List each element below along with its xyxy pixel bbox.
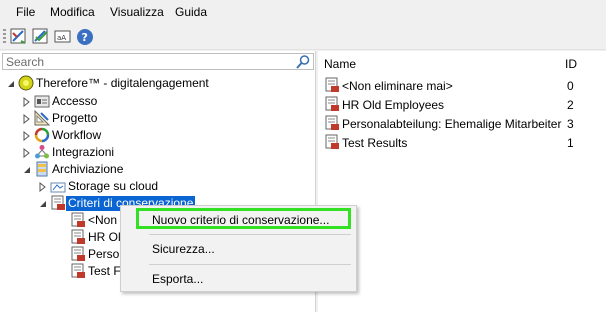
collapse-arrow-icon[interactable] xyxy=(22,164,32,174)
toolbar-grip[interactable] xyxy=(3,29,6,45)
tree-item-progetto[interactable]: Progetto xyxy=(22,109,222,127)
retention-policy-icon xyxy=(70,212,86,228)
menu-visualizza[interactable]: Visualizza xyxy=(110,5,164,19)
tree-item-label: Test F xyxy=(88,264,121,278)
policy-id: 2 xyxy=(567,98,574,112)
policy-name: Test Results xyxy=(342,136,408,150)
tree-item-label: Accesso xyxy=(52,94,98,108)
menu-item-label: Sicurezza... xyxy=(152,242,215,256)
list-item[interactable]: Personalabteilung: Ehemalige Mitarbeiter… xyxy=(318,114,606,133)
workflow-icon xyxy=(34,127,50,143)
tree-item-integrazioni[interactable]: Integrazioni xyxy=(22,144,222,161)
search-box xyxy=(2,53,314,70)
policy-id: 1 xyxy=(567,136,574,150)
search-icon[interactable] xyxy=(295,54,311,70)
policy-name: <Non eliminare mai> xyxy=(342,79,453,93)
collapse-arrow-icon[interactable] xyxy=(6,78,16,88)
list-item[interactable]: Test Results 1 xyxy=(318,133,606,152)
list-view: Name ID <Non eliminare mai> 0 HR Old Emp… xyxy=(318,51,606,312)
context-menu: Nuovo criterio di conservazione... Sicur… xyxy=(120,205,357,292)
expand-arrow-icon[interactable] xyxy=(22,96,32,108)
retention-policy-icon xyxy=(324,134,340,150)
search-input[interactable] xyxy=(3,54,283,69)
menu-item-new-retention-policy[interactable]: Nuovo criterio di conservazione... xyxy=(121,209,356,231)
retention-policy-icon xyxy=(324,96,340,112)
cloud-storage-icon xyxy=(50,178,66,194)
menu-separator xyxy=(149,264,351,265)
tree-item-label: HR Ol xyxy=(88,230,121,244)
column-header-id[interactable]: ID xyxy=(565,57,577,71)
expand-arrow-icon[interactable] xyxy=(22,113,32,125)
retention-policy-icon xyxy=(70,263,86,279)
policy-id: 3 xyxy=(567,117,574,131)
policy-name: HR Old Employees xyxy=(342,98,445,112)
tree-item-label: Storage su cloud xyxy=(68,179,159,193)
menu-item-label: Esporta... xyxy=(152,272,204,286)
expand-arrow-icon[interactable] xyxy=(38,181,48,193)
retention-policy-icon xyxy=(70,246,86,262)
list-item[interactable]: HR Old Employees 2 xyxy=(318,95,606,114)
expand-arrow-icon[interactable] xyxy=(22,130,32,142)
tree-item-label: Workflow xyxy=(52,128,102,142)
project-icon xyxy=(34,109,51,126)
retention-policy-icon xyxy=(324,115,340,131)
tree-item-root[interactable]: Therefore™ - digitalengagement xyxy=(6,75,306,92)
menu-file[interactable]: File xyxy=(16,5,35,19)
find-replace-icon[interactable]: aA xyxy=(54,28,72,46)
designer-icon[interactable] xyxy=(10,28,28,46)
retention-policy-icon xyxy=(324,77,340,93)
menu-item-security[interactable]: Sicurezza... xyxy=(121,238,356,260)
menu-item-label: Nuovo criterio di conservazione... xyxy=(152,213,330,227)
help-icon[interactable]: ? xyxy=(76,28,94,46)
tree-item-accesso[interactable]: Accesso xyxy=(22,93,222,110)
menu-separator xyxy=(149,234,351,235)
therefore-logo-icon xyxy=(18,75,34,91)
tree-item-storage-su-cloud[interactable]: Storage su cloud xyxy=(38,178,238,195)
retention-policy-icon xyxy=(70,229,86,245)
expand-arrow-icon[interactable] xyxy=(22,147,32,159)
menu-guida[interactable]: Guida xyxy=(175,5,207,19)
tree-item-label: Integrazioni xyxy=(52,145,115,159)
tree-item-workflow[interactable]: Workflow xyxy=(22,127,222,144)
policy-name: Personalabteilung: Ehemalige Mitarbeiter xyxy=(342,117,562,131)
tree-item-label: Therefore™ - digitalengagement xyxy=(36,76,209,90)
svg-text:aA: aA xyxy=(57,34,66,42)
tree-item-label: Archiviazione xyxy=(52,162,124,176)
retention-policy-icon xyxy=(50,195,66,211)
archive-icon xyxy=(34,161,50,177)
menu-item-export[interactable]: Esporta... xyxy=(121,268,356,290)
tree-item-label: <Non xyxy=(88,213,118,227)
access-icon xyxy=(34,93,50,109)
column-header-name[interactable]: Name xyxy=(324,57,356,71)
toolbar: aA ? xyxy=(0,24,606,50)
menu-bar: File Modifica Visualizza Guida xyxy=(0,0,606,24)
integrations-icon xyxy=(34,144,50,160)
menu-modifica[interactable]: Modifica xyxy=(50,5,95,19)
tree-item-archiviazione[interactable]: Archiviazione xyxy=(22,161,222,178)
collapse-arrow-icon[interactable] xyxy=(38,198,48,208)
tree-item-label: Progetto xyxy=(52,111,98,125)
policy-id: 0 xyxy=(567,79,574,93)
list-item[interactable]: <Non eliminare mai> 0 xyxy=(318,76,606,95)
svg-text:?: ? xyxy=(82,31,88,44)
designer-check-icon[interactable] xyxy=(32,28,50,46)
